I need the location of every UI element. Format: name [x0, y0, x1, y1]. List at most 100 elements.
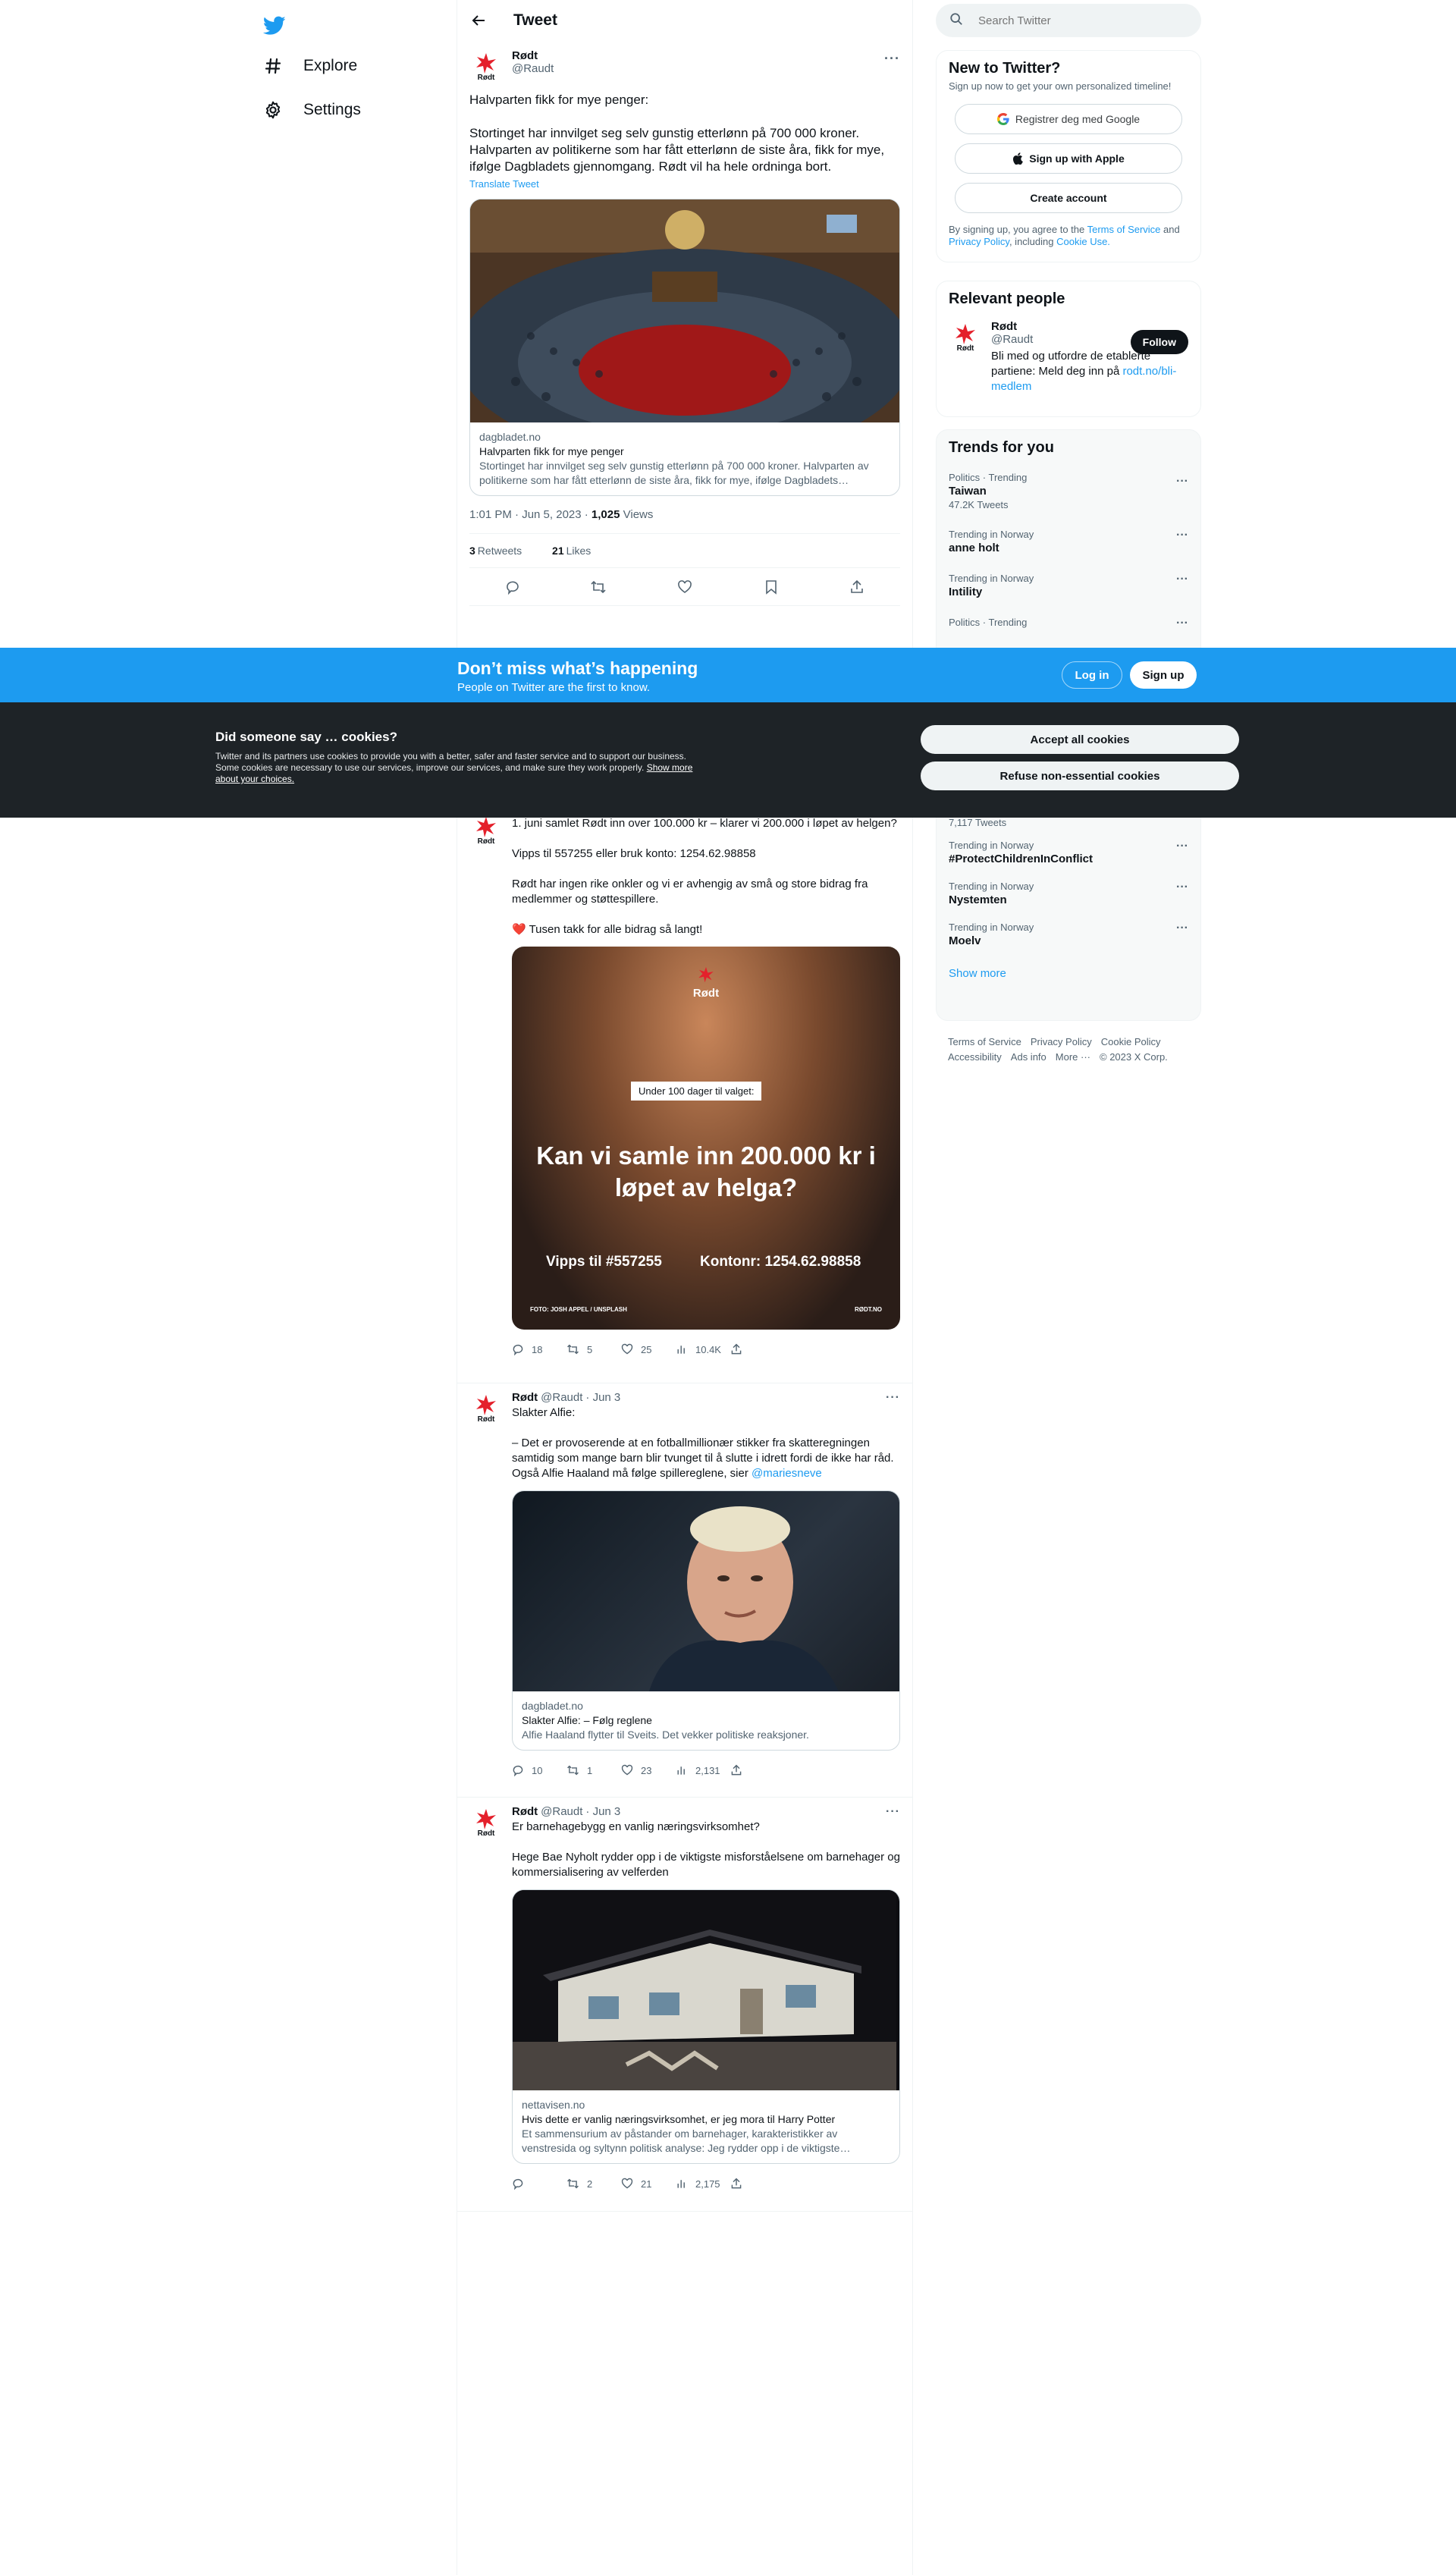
create-account-button[interactable]: Create account [955, 183, 1182, 213]
trend-item[interactable]: Trending in Norway Intility ··· [937, 564, 1200, 608]
link-card[interactable]: nettavisen.no Hvis dette er vanlig nærin… [512, 1889, 900, 2164]
like-button[interactable]: 21 [621, 2178, 676, 2190]
share-icon[interactable] [849, 579, 865, 595]
mention-link[interactable]: @mariesneve [752, 1467, 822, 1480]
author-name[interactable]: Rødt [512, 1805, 538, 1818]
accept-cookies-button[interactable]: Accept all cookies [921, 725, 1239, 754]
search-input[interactable] [978, 14, 1175, 27]
more-options-icon[interactable]: ··· [886, 1391, 900, 1405]
trend-item[interactable]: Trending in Norway anne holt ··· [937, 520, 1200, 564]
translate-link[interactable]: Translate Tweet [469, 178, 900, 190]
retweet-icon[interactable] [590, 579, 607, 595]
more-options-icon[interactable]: ··· [1176, 881, 1188, 894]
tweet-date[interactable]: · Jun 3 [585, 1391, 620, 1404]
retweet-button[interactable]: 5 [566, 1343, 621, 1355]
reply-button[interactable] [512, 2178, 566, 2190]
avatar[interactable]: Rødt [469, 1805, 503, 1839]
follow-button[interactable]: Follow [1130, 330, 1188, 354]
more-options-icon[interactable]: ··· [1176, 529, 1188, 542]
retweet-button[interactable]: 1 [566, 1764, 621, 1776]
more-options-icon[interactable]: ··· [1176, 922, 1188, 935]
like-button[interactable]: 23 [621, 1764, 676, 1776]
author-name[interactable]: Rødt [512, 1391, 538, 1404]
trend-item[interactable]: Politics · Trending ··· [937, 608, 1200, 637]
footer-tos-link[interactable]: Terms of Service [948, 1036, 1021, 1047]
retweet-button[interactable]: 2 [566, 2178, 621, 2190]
show-more-link[interactable]: Show more [937, 955, 1200, 992]
more-options-icon[interactable]: ··· [1176, 617, 1188, 630]
footer-more-link[interactable]: More ··· [1056, 1051, 1090, 1063]
more-options-icon[interactable]: ··· [1176, 573, 1188, 586]
view-count: 10.4K [695, 1343, 721, 1355]
footer-ads-info-link[interactable]: Ads info [1011, 1051, 1046, 1063]
retweet-count: 5 [587, 1343, 593, 1355]
avatar[interactable]: Rødt [949, 320, 982, 353]
link-card[interactable]: dagbladet.no Slakter Alfie: – Følg regle… [512, 1490, 900, 1751]
author-handle[interactable]: @Raudt [541, 1391, 582, 1404]
privacy-link[interactable]: Privacy Policy [949, 236, 1009, 247]
trend-item[interactable]: Trending in Norway Moelv ··· [937, 922, 1200, 955]
views-button[interactable]: 2,131 [676, 1764, 730, 1776]
cookie-banner: Did someone say … cookies? Twitter and i… [0, 702, 1456, 818]
link-card[interactable]: dagbladet.no Halvparten fikk for mye pen… [469, 199, 900, 496]
google-signup-button[interactable]: Registrer deg med Google [955, 104, 1182, 134]
more-options-icon[interactable]: ··· [1176, 475, 1188, 488]
login-button[interactable]: Log in [1062, 661, 1122, 689]
search-icon [949, 12, 963, 29]
cookie-use-link[interactable]: Cookie Use. [1056, 236, 1110, 247]
trend-name: Nystemten [949, 893, 1007, 906]
timeline-tweet[interactable]: Rødt ··· Rødt @Raudt · Jun 3 Er barnehageb… [457, 1798, 912, 2212]
trend-context: Trending in Norway [949, 573, 1034, 584]
card-title: Halvparten fikk for mye penger [479, 445, 624, 457]
share-button[interactable] [730, 1343, 742, 1355]
nav-settings[interactable]: Settings [262, 91, 361, 129]
timeline-tweet[interactable]: Rødt 1. juni samlet Rødt inn over 100.00… [457, 804, 912, 1383]
vipps-text: Vipps til #557255 [546, 1254, 662, 1270]
google-icon [996, 113, 1009, 125]
timestamp[interactable]: 1:01 PM · Jun 5, 2023 · [469, 508, 592, 521]
likes-stat[interactable]: 21 Likes [552, 545, 604, 557]
avatar[interactable]: Rødt [469, 813, 503, 846]
views-button[interactable]: 2,175 [676, 2178, 730, 2190]
share-button[interactable] [730, 1764, 742, 1776]
share-button[interactable] [730, 2178, 742, 2190]
signup-button[interactable]: Sign up [1130, 661, 1197, 689]
footer-accessibility-link[interactable]: Accessibility [948, 1051, 1002, 1063]
views-button[interactable]: 10.4K [676, 1343, 730, 1355]
back-arrow-icon[interactable] [469, 11, 488, 30]
bookmark-icon[interactable] [763, 579, 780, 595]
footer-cookie-link[interactable]: Cookie Policy [1101, 1036, 1161, 1047]
trend-item[interactable]: Trending in Norway Nystemten ··· [937, 881, 1200, 922]
twitter-logo-icon[interactable] [258, 9, 291, 42]
timeline-tweet[interactable]: Rødt ··· Rødt @Raudt · Jun 3 Slakter Alfie… [457, 1383, 912, 1798]
nav-explore-label: Explore [303, 57, 358, 74]
author-handle[interactable]: @Raudt [541, 1805, 582, 1818]
nav-explore[interactable]: Explore [262, 47, 357, 85]
more-options-icon[interactable]: ··· [1176, 840, 1188, 853]
like-icon [621, 1343, 633, 1355]
search-bar[interactable] [936, 4, 1201, 37]
trend-item[interactable]: Politics · Trending Taiwan 47.2K Tweets … [937, 466, 1200, 520]
author-handle[interactable]: @Raudt [512, 62, 554, 75]
reply-button[interactable]: 18 [512, 1343, 566, 1355]
share-icon [731, 1764, 742, 1776]
like-button[interactable]: 25 [621, 1343, 676, 1355]
reply-icon[interactable] [504, 579, 521, 595]
reply-button[interactable]: 10 [512, 1764, 566, 1776]
retweet-count: 1 [587, 1764, 593, 1776]
tos-link[interactable]: Terms of Service [1087, 224, 1161, 235]
retweets-count: 3 [469, 545, 475, 557]
refuse-cookies-button[interactable]: Refuse non-essential cookies [921, 762, 1239, 790]
apple-signup-button[interactable]: Sign up with Apple [955, 143, 1182, 174]
footer-privacy-link[interactable]: Privacy Policy [1031, 1036, 1092, 1047]
avatar[interactable]: Rødt [469, 49, 503, 83]
avatar[interactable]: Rødt [469, 1391, 503, 1424]
retweets-stat[interactable]: 3 Retweets [469, 545, 535, 557]
author-name[interactable]: Rødt [512, 49, 554, 62]
tweet-date[interactable]: · Jun 3 [585, 1805, 620, 1818]
more-options-icon[interactable]: ··· [884, 51, 900, 67]
more-options-icon[interactable]: ··· [886, 1805, 900, 1819]
like-icon[interactable] [676, 579, 693, 595]
card-title: Hvis dette er vanlig næringsvirksomhet, … [522, 2113, 836, 2125]
trend-item[interactable]: Trending in Norway #ProtectChildrenInCon… [937, 840, 1200, 881]
